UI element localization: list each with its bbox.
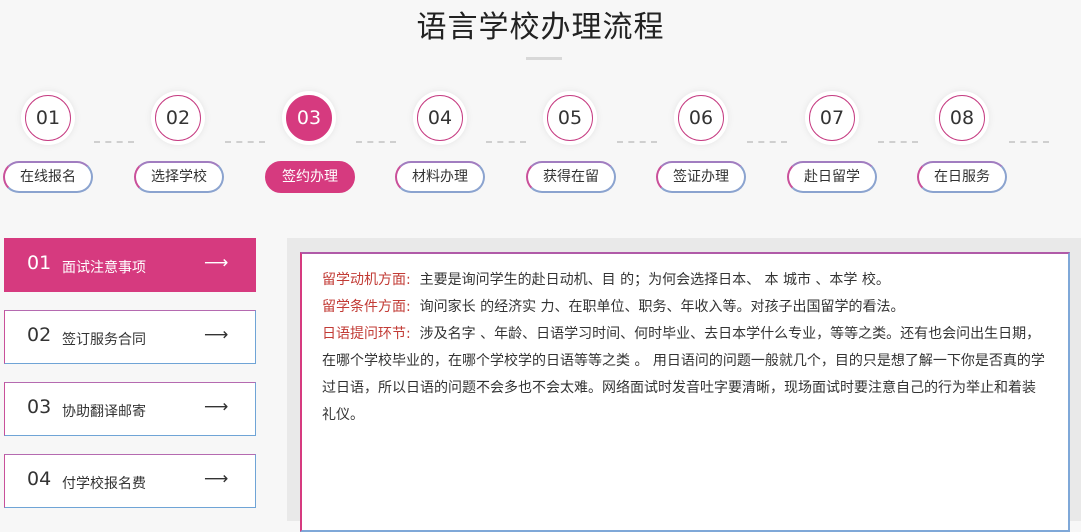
step-connector [747,141,787,143]
sidebar-item-label: 面试注意事项 [62,260,146,276]
step-circle-03: 03 [286,95,332,141]
sidebar-item-service-contract[interactable]: 02 签订服务合同 ⟶ [4,310,256,364]
arrow-right-icon: ⟶ [204,325,229,345]
step-connector [94,141,134,143]
sidebar-item-number: 01 [27,252,52,274]
step-connector [486,141,526,143]
step-button-07[interactable]: 赴日留学 [787,161,877,193]
arrow-right-icon: ⟶ [204,253,229,273]
step-circle-04: 04 [417,95,463,141]
step-connector [225,141,265,143]
content-paragraph: 留学动机方面: 主要是询问学生的赴日动机、目 的；为何会选择日本、 本 城市 、… [322,267,1048,294]
step-circle-02: 02 [155,95,201,141]
sidebar-item-translation-mailing[interactable]: 03 协助翻译邮寄 ⟶ [4,382,256,436]
sidebar-item-interview-notes[interactable]: 01 面试注意事项 ⟶ [4,238,256,292]
step-circle-05: 05 [547,95,593,141]
content-paragraph: 留学条件方面: 询问家长 的经济实 力、在职单位、职务、年收入等。对孩子出国留学… [322,294,1048,321]
paragraph-text: 涉及名字 、年龄、日语学习时间、何时毕业、去日本学什么专业，等等之类。还有也会问… [322,326,1045,423]
sidebar-item-number: 03 [27,396,52,418]
sidebar-item-number: 02 [27,324,52,346]
paragraph-text: 询问家长 的经济实 力、在职单位、职务、年收入等。对孩子出国留学的看法。 [419,299,905,315]
step-button-03[interactable]: 签约办理 [265,161,355,193]
step-button-05[interactable]: 获得在留 [526,161,616,193]
step-circle-08: 08 [939,95,985,141]
arrow-right-icon: ⟶ [204,397,229,417]
step-connector [356,141,396,143]
step-button-01[interactable]: 在线报名 [3,161,93,193]
sidebar-item-number: 04 [27,468,52,490]
paragraph-label: 留学动机方面: [322,272,411,288]
process-steps: 01 02 03 04 05 06 07 08 在线报名 选择学校 签约办理 材… [0,0,1081,210]
step-connector [1009,141,1049,143]
sidebar-item-application-fee[interactable]: 04 付学校报名费 ⟶ [4,454,256,508]
sidebar-item-label: 付学校报名费 [62,476,146,492]
sidebar-item-label: 签订服务合同 [62,332,146,348]
step-connector [617,141,657,143]
step-button-08[interactable]: 在日服务 [917,161,1007,193]
step-circle-07: 07 [809,95,855,141]
paragraph-text: 主要是询问学生的赴日动机、目 的；为何会选择日本、 本 城市 、本学 校。 [419,272,890,288]
paragraph-label: 留学条件方面: [322,299,411,315]
arrow-right-icon: ⟶ [204,469,229,489]
step-button-06[interactable]: 签证办理 [656,161,746,193]
step-connector [878,141,918,143]
sidebar-item-label: 协助翻译邮寄 [62,404,146,420]
step-button-02[interactable]: 选择学校 [134,161,224,193]
step-circle-06: 06 [678,95,724,141]
step-circle-01: 01 [25,95,71,141]
content-paragraph: 日语提问环节: 涉及名字 、年龄、日语学习时间、何时毕业、去日本学什么专业，等等… [322,321,1048,429]
step-button-04[interactable]: 材料办理 [395,161,485,193]
content-panel: 留学动机方面: 主要是询问学生的赴日动机、目 的；为何会选择日本、 本 城市 、… [300,252,1070,532]
paragraph-label: 日语提问环节: [322,326,411,342]
